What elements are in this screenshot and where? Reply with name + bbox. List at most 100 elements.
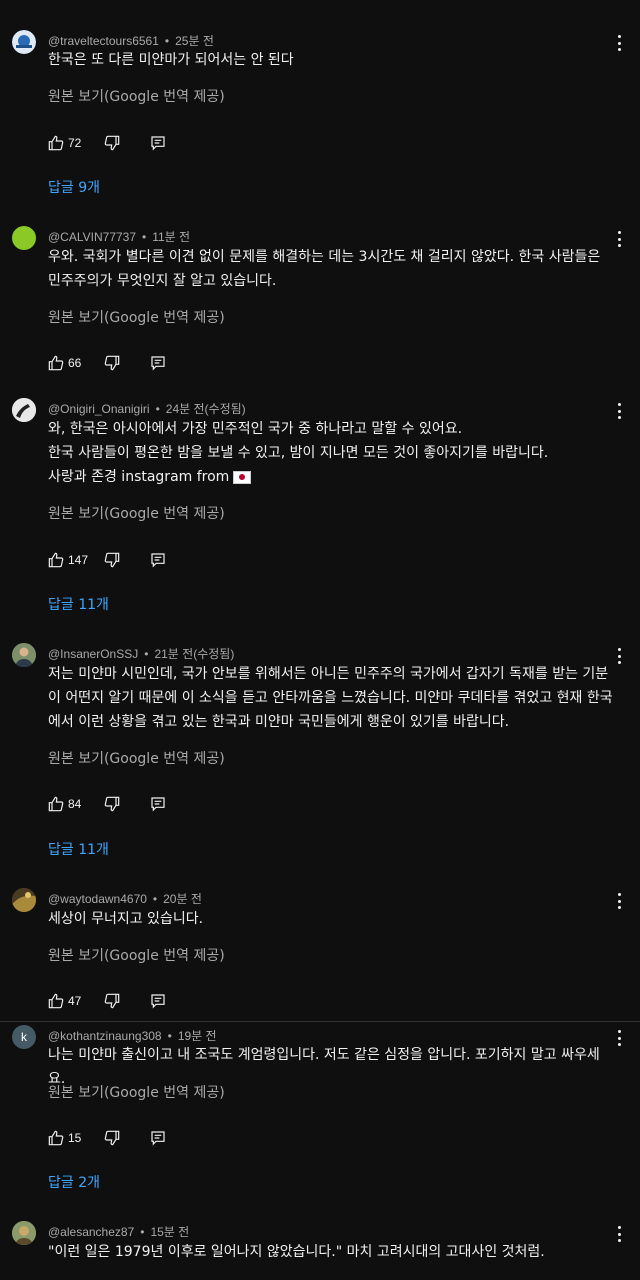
comment-text: 세상이 무너지고 있습니다. bbox=[48, 907, 616, 931]
comment-meta: @CALVIN77737 • 11분 전 bbox=[48, 228, 190, 245]
comment-time: 25분 전 bbox=[175, 34, 214, 48]
dislike-button[interactable] bbox=[104, 993, 120, 1009]
see-original-link[interactable]: 원본 보기(Google 번역 제공) bbox=[48, 1082, 225, 1102]
comment-line: 에서 이런 상황을 겪고 있는 한국과 미얀마 국민들에게 행운이 있기를 바랍… bbox=[48, 714, 510, 730]
avatar[interactable]: k bbox=[12, 1025, 36, 1049]
comment-actions: 47 bbox=[48, 991, 166, 1011]
reply-button[interactable] bbox=[150, 552, 166, 568]
comment-line: 사랑과 존경 instagram from bbox=[48, 465, 616, 489]
comment-reply-icon bbox=[151, 356, 165, 371]
reply-button[interactable] bbox=[150, 355, 166, 371]
view-replies-button[interactable]: 답글 9개 bbox=[48, 177, 100, 197]
avatar-letter: k bbox=[21, 1030, 27, 1044]
profile-picture-icon bbox=[12, 888, 36, 912]
thumbs-up-icon bbox=[48, 1130, 64, 1146]
thumbs-down-icon bbox=[104, 1130, 120, 1146]
meta-separator: • bbox=[144, 647, 149, 661]
comment-reply-icon bbox=[151, 136, 165, 151]
see-original-link[interactable]: 원본 보기(Google 번역 제공) bbox=[48, 307, 225, 327]
comment-line: 저는 미얀마 시민인데, 국가 안보를 위해서든 아니든 민주주의 국가에서 갑… bbox=[48, 666, 609, 682]
comment-author[interactable]: @traveltectours6561 bbox=[48, 34, 159, 48]
comment-time: 19분 전 bbox=[177, 1029, 217, 1043]
avatar[interactable] bbox=[12, 226, 36, 250]
dislike-button[interactable] bbox=[104, 796, 120, 812]
thumbs-up-icon bbox=[48, 796, 64, 812]
comment-author[interactable]: @CALVIN77737 bbox=[48, 230, 136, 244]
like-count: 147 bbox=[68, 553, 89, 567]
section-divider bbox=[0, 1021, 640, 1022]
like-button[interactable]: 84 bbox=[48, 796, 104, 812]
thumbs-down-icon bbox=[104, 796, 120, 812]
see-original-link[interactable]: 원본 보기(Google 번역 제공) bbox=[48, 86, 225, 106]
profile-picture-icon bbox=[12, 398, 36, 422]
comment-actions: 147 bbox=[48, 550, 166, 570]
meta-separator: • bbox=[155, 402, 160, 416]
avatar[interactable] bbox=[12, 643, 36, 667]
reply-button[interactable] bbox=[150, 796, 166, 812]
comment-line: 와, 한국은 아시아에서 가장 민주적인 국가 중 하나라고 말할 수 있어요. bbox=[48, 421, 463, 437]
avatar[interactable] bbox=[12, 888, 36, 912]
comment-reply-icon bbox=[151, 1131, 165, 1146]
avatar[interactable] bbox=[12, 398, 36, 422]
comment-time: 20분 전 bbox=[163, 892, 202, 906]
comment-line: "이런 일은 1979년 이후로 일어나지 않았습니다." 마치 고려시대의 고… bbox=[48, 1244, 545, 1260]
profile-picture-icon bbox=[12, 1221, 36, 1245]
like-button[interactable]: 66 bbox=[48, 355, 104, 371]
like-count: 72 bbox=[68, 136, 82, 150]
dislike-button[interactable] bbox=[104, 355, 120, 371]
comment-meta: @Onigiri_Onanigiri • 24분 전(수정됨) bbox=[48, 400, 246, 417]
see-original-link[interactable]: 원본 보기(Google 번역 제공) bbox=[48, 748, 225, 768]
thumbs-up-icon bbox=[48, 355, 64, 371]
like-button[interactable]: 47 bbox=[48, 993, 104, 1009]
reply-button[interactable] bbox=[150, 135, 166, 151]
dislike-button[interactable] bbox=[104, 1130, 120, 1146]
comment-line: 한국 사람들이 평온한 밤을 보낼 수 있고, 밤이 지나면 모든 것이 좋아지… bbox=[48, 445, 549, 461]
comment-time: 11분 전 bbox=[152, 230, 191, 244]
globe-icon bbox=[12, 30, 36, 54]
dislike-button[interactable] bbox=[104, 552, 120, 568]
comment-author[interactable]: @InsanerOnSSJ bbox=[48, 647, 138, 661]
view-replies-button[interactable]: 답글 2개 bbox=[48, 1172, 100, 1192]
comment-meta: @kothantzinaung308 • 19분 전 bbox=[48, 1027, 217, 1044]
reply-button[interactable] bbox=[150, 993, 166, 1009]
comment-author[interactable]: @kothantzinaung308 bbox=[48, 1029, 162, 1043]
avatar[interactable] bbox=[12, 1221, 36, 1245]
view-replies-button[interactable]: 답글 11개 bbox=[48, 839, 109, 859]
comment-text: 우와. 국회가 별다른 이견 없이 문제를 해결하는 데는 3시간도 채 걸리지… bbox=[48, 245, 616, 293]
comment-line: 세상이 무너지고 있습니다. bbox=[48, 911, 204, 927]
like-button[interactable]: 72 bbox=[48, 135, 104, 151]
like-count: 66 bbox=[68, 356, 82, 370]
meta-separator: • bbox=[167, 1029, 172, 1043]
see-original-link[interactable]: 원본 보기(Google 번역 제공) bbox=[48, 945, 225, 965]
reply-button[interactable] bbox=[150, 1130, 166, 1146]
comment-meta: @alesanchez87 • 15분 전 bbox=[48, 1223, 189, 1240]
comment-line-text: 사랑과 존경 instagram from bbox=[48, 469, 230, 485]
comment-text: 와, 한국은 아시아에서 가장 민주적인 국가 중 하나라고 말할 수 있어요.… bbox=[48, 417, 616, 489]
comment-actions: 84 bbox=[48, 794, 166, 814]
comment-text: 한국은 또 다른 미얀마가 되어서는 안 된다 bbox=[48, 48, 616, 72]
comment-time: 15분 전 bbox=[150, 1225, 190, 1239]
comment-author[interactable]: @alesanchez87 bbox=[48, 1225, 134, 1239]
see-original-link[interactable]: 원본 보기(Google 번역 제공) bbox=[48, 503, 225, 523]
comment-actions: 66 bbox=[48, 353, 166, 373]
like-button[interactable]: 147 bbox=[48, 552, 104, 568]
like-button[interactable]: 15 bbox=[48, 1130, 104, 1146]
meta-separator: • bbox=[142, 230, 147, 244]
profile-picture-icon bbox=[12, 643, 36, 667]
comment-reply-icon bbox=[151, 553, 165, 568]
view-replies-button[interactable]: 답글 11개 bbox=[48, 594, 109, 614]
thumbs-down-icon bbox=[104, 552, 120, 568]
comment-line: 우와. 국회가 별다른 이견 없이 문제를 해결하는 데는 3시간도 채 걸리지… bbox=[48, 249, 601, 265]
dislike-button[interactable] bbox=[104, 135, 120, 151]
comment-line: 한국은 또 다른 미얀마가 되어서는 안 된다 bbox=[48, 52, 294, 68]
comment-author[interactable]: @Onigiri_Onanigiri bbox=[48, 402, 150, 416]
meta-separator: • bbox=[152, 892, 158, 906]
comment-actions: 72 bbox=[48, 133, 166, 153]
japan-flag-icon bbox=[233, 470, 252, 484]
comment-text: 저는 미얀마 시민인데, 국가 안보를 위해서든 아니든 민주주의 국가에서 갑… bbox=[48, 662, 616, 734]
comment-actions: 15 bbox=[48, 1128, 166, 1148]
comment-author[interactable]: @waytodawn4670 bbox=[48, 892, 147, 906]
like-count: 15 bbox=[68, 1131, 82, 1145]
avatar[interactable] bbox=[12, 30, 36, 54]
comment-text: "이런 일은 1979년 이후로 일어나지 않았습니다." 마치 고려시대의 고… bbox=[48, 1240, 616, 1264]
